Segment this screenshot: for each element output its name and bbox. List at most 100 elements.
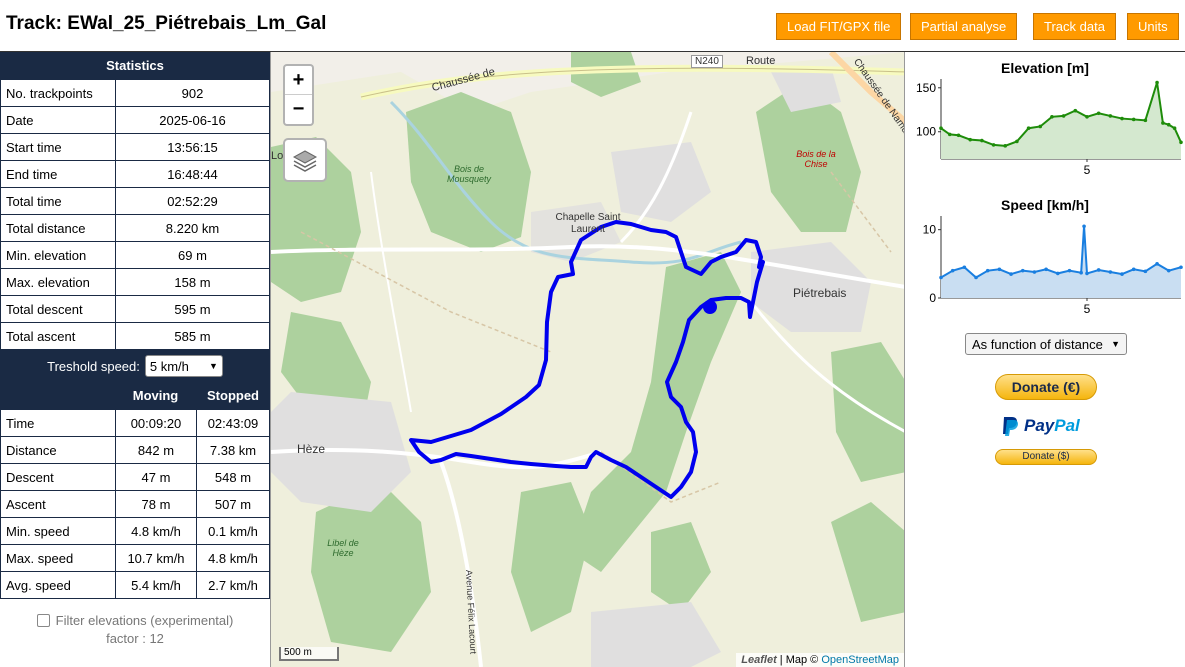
moving-stopped-table: Time 00:09:20 02:43:09 Distance 842 m 7.38 km… — [0, 409, 270, 599]
stat-label: Date — [0, 106, 116, 134]
data-point — [1143, 269, 1148, 274]
data-point — [950, 268, 955, 273]
statistics-row: Total descent 595 m — [0, 295, 270, 323]
filter-label: Filter elevations (experimental) — [55, 613, 234, 628]
statistics-row: Total ascent 585 m — [0, 322, 270, 350]
data-point — [1020, 268, 1025, 273]
moving-value: 4.8 km/h — [115, 517, 197, 545]
y-tick-label: 150 — [916, 81, 936, 95]
data-point — [1166, 268, 1171, 273]
moving-stopped-row: Avg. speed 5.4 km/h 2.7 km/h — [0, 571, 270, 599]
load-file-button[interactable]: Load FIT/GPX file — [776, 13, 902, 40]
stat-label: Total time — [0, 187, 116, 215]
data-point — [1085, 115, 1089, 119]
stopped-value: 02:43:09 — [196, 409, 270, 437]
chevron-down-icon: ▼ — [1111, 339, 1120, 349]
threshold-speed-row: Treshold speed: 5 km/h ▼ — [0, 350, 270, 382]
data-point — [1172, 126, 1177, 131]
moving-value: 10.7 km/h — [115, 544, 197, 572]
ms-label: Distance — [0, 436, 116, 464]
osm-link[interactable]: OpenStreetMap — [821, 654, 899, 666]
statistics-table: No. trackpoints 902 Date 2025-06-16 Start ti… — [0, 79, 270, 350]
zoom-out-button[interactable]: − — [285, 95, 312, 124]
data-point — [1161, 121, 1165, 125]
data-point — [1026, 126, 1031, 131]
statistics-row: Total distance 8.220 km — [0, 214, 270, 242]
stat-value: 585 m — [115, 322, 270, 350]
moving-stopped-row: Distance 842 m 7.38 km — [0, 436, 270, 464]
stopped-value: 7.38 km — [196, 436, 270, 464]
units-button[interactable]: Units — [1127, 13, 1179, 40]
track-start-marker[interactable] — [703, 300, 717, 314]
data-point — [997, 267, 1002, 272]
stopped-value: 507 m — [196, 490, 270, 518]
app-header: Track: EWal_25_Piétrebais_Lm_Gal Load FI… — [0, 0, 1185, 52]
ms-label: Max. speed — [0, 544, 116, 572]
layers-icon — [292, 150, 318, 172]
statistics-row: Min. elevation 69 m — [0, 241, 270, 269]
zoom-in-button[interactable]: + — [285, 66, 312, 95]
statistics-row: Max. elevation 158 m — [0, 268, 270, 296]
moving-value: 78 m — [115, 490, 197, 518]
stopped-value: 0.1 km/h — [196, 517, 270, 545]
data-point — [962, 265, 967, 270]
data-point — [980, 138, 984, 143]
moving-value: 47 m — [115, 463, 197, 491]
data-point — [1073, 108, 1078, 113]
data-point — [991, 143, 996, 147]
map-view[interactable]: Chaussée de N240 Route Chaussée de Namur… — [270, 52, 905, 667]
paypal-logo: Pay Pal — [1000, 414, 1100, 438]
data-point — [1179, 265, 1183, 270]
donate-eur-button[interactable]: Donate (€) — [995, 374, 1097, 400]
data-point — [1120, 116, 1124, 121]
data-point — [974, 275, 978, 280]
data-point — [939, 275, 943, 280]
stat-value: 13:56:15 — [115, 133, 270, 161]
track-name: EWal_25_Piétrebais_Lm_Gal — [67, 13, 327, 34]
statistics-row: No. trackpoints 902 — [0, 79, 270, 107]
leaflet-link[interactable]: Leaflet — [741, 654, 776, 666]
data-point — [1061, 114, 1066, 118]
layers-button[interactable] — [283, 138, 327, 182]
map-label: Route — [746, 55, 776, 67]
data-point — [1085, 271, 1089, 276]
data-point — [1044, 267, 1048, 272]
chart-mode-select[interactable]: As function of distance ▼ — [965, 333, 1127, 355]
moving-value: 5.4 km/h — [115, 571, 197, 599]
statistics-title: Statistics — [0, 52, 270, 79]
y-tick-label: 0 — [929, 291, 936, 305]
statistics-row: Total time 02:52:29 — [0, 187, 270, 215]
data-point — [1143, 118, 1148, 123]
data-point — [1055, 271, 1060, 276]
stat-value: 69 m — [115, 241, 270, 269]
speed-chart[interactable]: 10 0 5 — [905, 214, 1185, 319]
filter-elevations-checkbox[interactable] — [36, 614, 50, 627]
partial-analyse-button[interactable]: Partial analyse — [910, 13, 1018, 40]
statistics-row: Start time 13:56:15 — [0, 133, 270, 161]
data-point — [1108, 270, 1113, 274]
stat-value: 158 m — [115, 268, 270, 296]
data-point — [1131, 117, 1136, 122]
moving-stopped-row: Descent 47 m 548 m — [0, 463, 270, 491]
threshold-speed-select[interactable]: 5 km/h ▼ — [144, 355, 223, 377]
filter-factor: factor : 12 — [106, 631, 164, 646]
data-point — [1082, 224, 1086, 229]
stat-label: End time — [0, 160, 116, 188]
stat-value: 2025-06-16 — [115, 106, 270, 134]
moving-stopped-header: Moving Stopped — [0, 382, 270, 409]
data-point — [1067, 268, 1072, 273]
threshold-label: Treshold speed: — [47, 358, 140, 374]
elevation-chart[interactable]: 150 100 5 — [905, 77, 1185, 185]
stopped-value: 548 m — [196, 463, 270, 491]
stopped-header: Stopped — [207, 388, 259, 403]
data-point — [1166, 122, 1171, 127]
donate-usd-button[interactable]: Donate ($) — [995, 449, 1097, 465]
moving-stopped-row: Min. speed 4.8 km/h 0.1 km/h — [0, 517, 270, 545]
ms-label: Min. speed — [0, 517, 116, 545]
track-data-button[interactable]: Track data — [1033, 13, 1116, 40]
statistics-row: End time 16:48:44 — [0, 160, 270, 188]
map-label: Bois de la Chise — [796, 149, 836, 169]
stat-value: 02:52:29 — [115, 187, 270, 215]
moving-header: Moving — [132, 388, 179, 403]
stat-label: Max. elevation — [0, 268, 116, 296]
